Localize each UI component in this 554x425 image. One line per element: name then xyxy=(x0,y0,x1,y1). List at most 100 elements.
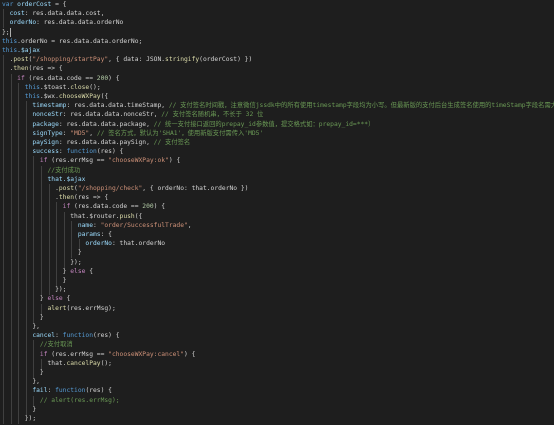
code-token: (res.errMsg == xyxy=(47,350,109,358)
code-editor[interactable]: var orderCost = { cost: res.data.data.co… xyxy=(0,0,554,425)
code-token: fail xyxy=(2,387,48,395)
code-token: } xyxy=(2,369,44,376)
code-token: params xyxy=(2,231,101,238)
code-token: (res) { xyxy=(96,148,124,156)
code-line[interactable]: }); xyxy=(2,414,36,424)
code-token: if xyxy=(39,157,48,165)
code-token: } xyxy=(2,249,82,257)
code-token: : res.data.data.timeStamp, xyxy=(66,102,169,110)
code-token: stringify xyxy=(165,56,200,64)
code-token: // alert(res.errMsg); xyxy=(39,396,120,404)
code-token: , xyxy=(187,221,192,229)
code-token: ) { xyxy=(184,350,196,358)
code-token: (); xyxy=(100,359,112,367)
code-token: : xyxy=(47,387,56,395)
code-token: that.$router. xyxy=(2,212,120,220)
code-token: { xyxy=(62,295,71,303)
code-token: ) { xyxy=(108,74,120,82)
code-token: else xyxy=(47,295,63,303)
code-token: nonceStr xyxy=(2,111,63,119)
code-token: "MD5" xyxy=(70,129,90,137)
code-token: //支付成功 xyxy=(47,166,81,174)
code-token: // 支付签名随机串，不长于 32 位 xyxy=(161,111,264,119)
code-token: : { xyxy=(100,231,112,238)
code-token: : res.data.data.nonceStr, xyxy=(62,111,162,119)
code-token: ({ xyxy=(134,212,143,220)
code-token: . xyxy=(2,194,59,202)
code-token: cost xyxy=(2,10,25,18)
code-token: ({ xyxy=(100,93,109,100)
code-token: orderNo xyxy=(2,240,112,248)
code-token: .orderNo = res.data.data.orderNo; xyxy=(17,37,143,45)
code-token: } xyxy=(2,313,44,321)
code-token: cancelPay xyxy=(66,359,101,367)
code-token: : res.data.data.cost, xyxy=(24,10,105,18)
code-token: { xyxy=(85,267,94,275)
code-line[interactable]: orderNo: res.data.data.orderNo xyxy=(2,18,124,29)
code-token: function xyxy=(55,387,86,395)
code-token: this xyxy=(2,37,18,45)
code-token: ) { xyxy=(168,157,181,165)
code-token: .$wx. xyxy=(39,93,59,100)
code-token: this xyxy=(24,93,40,100)
code-token: (res) { xyxy=(93,332,120,340)
code-token: (res.errMsg == xyxy=(47,157,109,165)
code-token: : res.data.data.package, xyxy=(58,120,154,128)
code-token: cancel xyxy=(2,332,56,340)
code-token: // 签名方式，默认为'SHA1'，使用新版支付需传入'MD5' xyxy=(96,129,264,137)
code-token: "/shopping/startPay" xyxy=(32,56,109,64)
code-token: ) { xyxy=(153,203,166,211)
code-token: "/shopping/check" xyxy=(77,185,143,192)
code-token: }); xyxy=(2,415,37,422)
code-token: if xyxy=(39,350,48,358)
code-token: // 统一支付接口返回的prepay_id参数值，提交格式如：prepay_id… xyxy=(153,120,375,128)
code-token: }); xyxy=(2,286,67,294)
code-token: function xyxy=(62,332,94,340)
code-token: function xyxy=(66,148,97,156)
code-token: "order/SuccessfulTrade" xyxy=(100,221,188,229)
code-token: package xyxy=(2,120,59,128)
code-token: } xyxy=(2,277,67,284)
code-token: orderNo xyxy=(2,19,37,27)
code-token: : xyxy=(93,221,101,229)
code-token: }, xyxy=(2,378,40,386)
code-token: : res.data.data.orderNo xyxy=(36,19,124,27)
code-token: push xyxy=(119,212,135,220)
code-token: .$toast. xyxy=(39,83,71,91)
code-token: }, xyxy=(2,323,40,330)
code-token: }); xyxy=(2,258,82,266)
code-token: (res) { xyxy=(85,387,112,395)
code-token: 200 xyxy=(142,203,154,211)
code-token: , { data: JSON. xyxy=(108,56,166,64)
code-token: paySign xyxy=(2,139,59,146)
code-token: this xyxy=(24,83,40,91)
code-token: var xyxy=(2,1,18,8)
code-token: "chooseWXPay:cancel" xyxy=(108,350,185,358)
code-token: (orderCost) }) xyxy=(199,56,253,64)
code-token: then xyxy=(58,194,75,202)
code-token: alert xyxy=(47,304,67,312)
code-token: : res.data.data.paySign, xyxy=(58,139,154,146)
code-token: . xyxy=(2,185,59,192)
code-token: (res.errMsg); xyxy=(66,304,116,312)
code-token: (res.data.code == xyxy=(24,74,97,82)
code-token: "chooseWXPay:ok" xyxy=(108,157,169,165)
code-token: //支付取消 xyxy=(39,341,73,349)
code-token: // 支付签名 xyxy=(153,139,191,146)
code-token: : xyxy=(55,332,63,340)
code-token: (res => { xyxy=(28,65,63,73)
code-token: (); xyxy=(89,83,101,91)
code-token: : that.orderNo xyxy=(111,240,166,248)
code-token: post xyxy=(13,56,29,64)
code-token: this xyxy=(2,47,18,54)
code-token: that. xyxy=(2,359,67,367)
code-token: orderCost xyxy=(17,1,52,8)
